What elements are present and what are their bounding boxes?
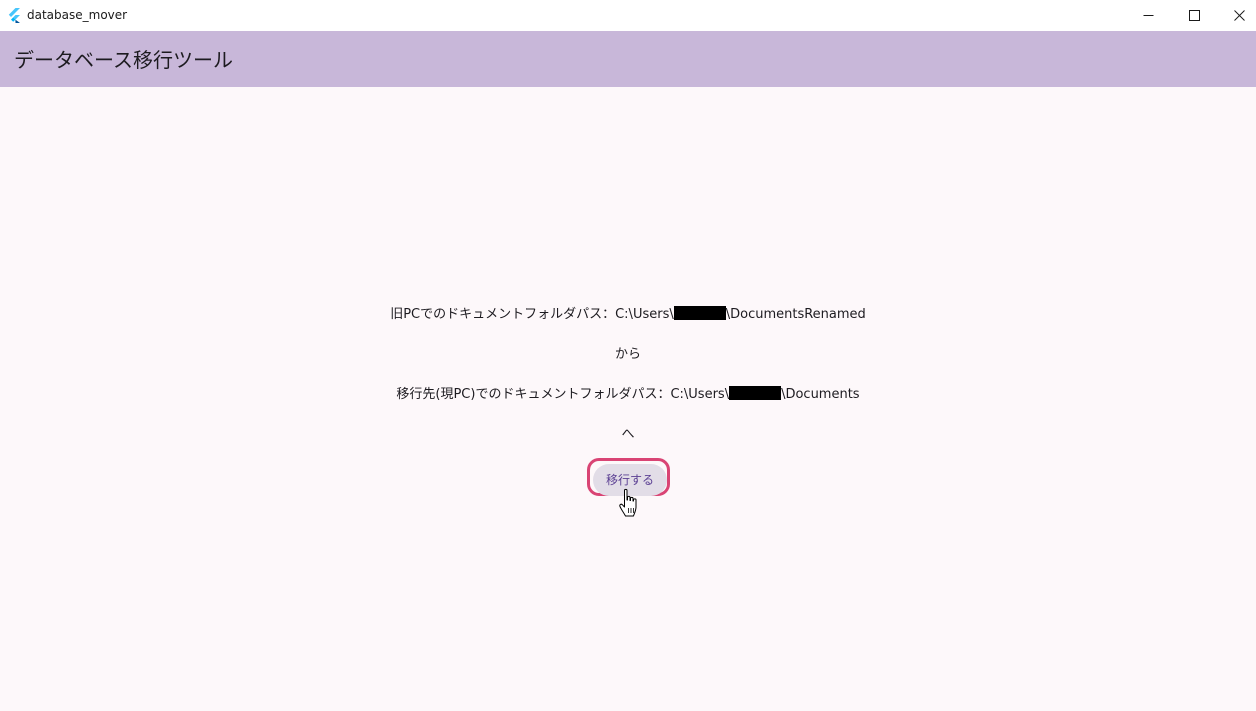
app-bar: データベース移行ツール — [0, 31, 1256, 87]
maximize-icon — [1188, 10, 1200, 21]
to-label: へ — [621, 427, 635, 442]
source-path-suffix: \DocumentsRenamed — [725, 307, 866, 322]
redacted-username — [673, 306, 726, 320]
flutter-logo-icon — [8, 8, 20, 23]
window-title: database_mover — [27, 8, 128, 22]
close-icon — [1233, 10, 1245, 21]
close-button[interactable] — [1216, 0, 1256, 31]
from-label: から — [614, 347, 641, 362]
destination-path-line: 移行先(現PC)でのドキュメントフォルダパス：C:\Users\ \Documen… — [0, 386, 1256, 404]
title-bar[interactable]: database_mover — [0, 0, 1256, 31]
hand-cursor-icon — [619, 488, 637, 517]
minimize-icon — [1143, 15, 1153, 16]
destination-path-prefix: 移行先(現PC)でのドキュメントフォルダパス：C:\Users\ — [396, 387, 730, 402]
redacted-username — [729, 386, 782, 400]
source-path-line: 旧PCでのドキュメントフォルダパス：C:\Users\ \DocumentsRen… — [0, 306, 1256, 324]
page-title: データベース移行ツール — [14, 48, 233, 72]
maximize-button[interactable] — [1171, 0, 1217, 31]
destination-path-suffix: \Documents — [781, 387, 860, 402]
source-path-prefix: 旧PCでのドキュメントフォルダパス：C:\Users\ — [390, 307, 674, 322]
app-window: database_mover データベース移行ツール 旧PCでのドキュメントフォ… — [0, 0, 1256, 711]
minimize-button[interactable] — [1125, 0, 1171, 31]
